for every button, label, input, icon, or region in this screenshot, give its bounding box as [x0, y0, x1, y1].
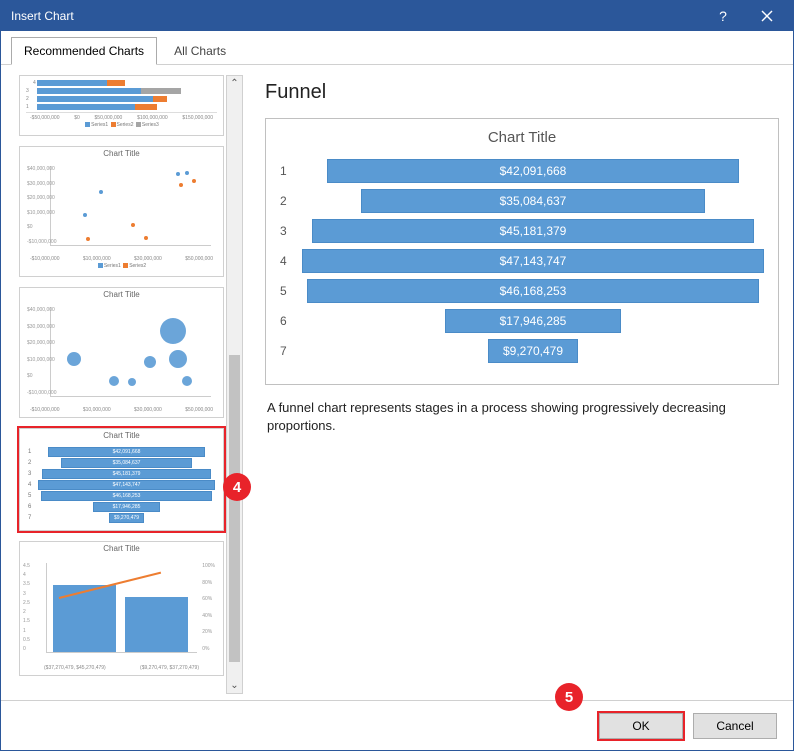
funnel-row-label: 7 — [280, 344, 302, 358]
tab-all-charts[interactable]: All Charts — [161, 37, 239, 64]
tab-strip: Recommended Charts All Charts — [1, 31, 793, 65]
funnel-row-label: 2 — [280, 194, 302, 208]
funnel-bar: $9,270,479 — [488, 339, 579, 363]
funnel-bar: $45,181,379 — [312, 219, 755, 243]
funnel-row: 3 $45,181,379 — [280, 216, 764, 246]
dialog-footer: 5 OK Cancel — [1, 700, 793, 750]
thumb-scatter[interactable]: Chart Title $40,000,000$30,000,000$20,00… — [19, 146, 224, 277]
scroll-up-icon[interactable]: ⌃ — [230, 78, 238, 89]
close-icon — [761, 10, 773, 22]
funnel-bar: $35,084,637 — [361, 189, 705, 213]
preview-pane: Funnel Chart Title 1 $42,091,668 2 $35,084,… — [243, 75, 779, 694]
funnel-row-label: 4 — [280, 254, 302, 268]
funnel-row-label: 6 — [280, 314, 302, 328]
dialog-body: 4 3 2 1 -$50,000,000 $0 $50,000,000 $100… — [1, 65, 793, 700]
ok-button[interactable]: OK — [599, 713, 683, 739]
thumb-bubble[interactable]: Chart Title $40,000,000$30,000,000$20,00… — [19, 287, 224, 418]
funnel-row: 5 $46,168,253 — [280, 276, 764, 306]
scroll-down-icon[interactable]: ⌄ — [230, 680, 238, 691]
cancel-button[interactable]: Cancel — [693, 713, 777, 739]
funnel-row-label: 1 — [280, 164, 302, 178]
thumb-clustered-bar[interactable]: 4 3 2 1 -$50,000,000 $0 $50,000,000 $100… — [19, 75, 224, 136]
thumbnail-pane: 4 3 2 1 -$50,000,000 $0 $50,000,000 $100… — [19, 75, 243, 694]
funnel-row: 7 $9,270,479 — [280, 336, 764, 366]
titlebar[interactable]: Insert Chart ? — [1, 1, 793, 31]
funnel-row: 4$47,143,747 — [280, 246, 764, 276]
chart-preview[interactable]: Chart Title 1 $42,091,668 2 $35,084,637 3 $45… — [265, 118, 779, 385]
funnel-row-label: 3 — [280, 224, 302, 238]
thumb-combo[interactable]: Chart Title 100%80%60%40%20%0% 4.543.532… — [19, 541, 224, 676]
help-icon: ? — [719, 8, 727, 24]
funnel-bar: $46,168,253 — [307, 279, 759, 303]
annotation-marker-4: 4 — [223, 473, 251, 501]
thumb-funnel[interactable]: Chart Title 1$42,091,668 2$35,084,637 3$… — [19, 428, 224, 531]
annotation-marker-5: 5 — [555, 683, 583, 711]
insert-chart-dialog: Insert Chart ? Recommended Charts All Ch… — [0, 0, 794, 751]
close-button[interactable] — [745, 1, 789, 31]
help-button[interactable]: ? — [701, 1, 745, 31]
funnel-bar: $42,091,668 — [327, 159, 739, 183]
tab-recommended[interactable]: Recommended Charts — [11, 37, 157, 65]
thumbnail-scrollbar[interactable]: ⌃ ⌄ — [226, 75, 243, 694]
chart-title: Chart Title — [266, 119, 778, 156]
funnel-row: 6 $17,946,285 — [280, 306, 764, 336]
funnel-row: 1 $42,091,668 — [280, 156, 764, 186]
chart-description: A funnel chart represents stages in a pr… — [267, 399, 777, 434]
funnel-bars: 1 $42,091,668 2 $35,084,637 3 $45,181,379 4$47… — [266, 156, 778, 384]
funnel-row: 2 $35,084,637 — [280, 186, 764, 216]
funnel-row-label: 5 — [280, 284, 302, 298]
funnel-bar: $17,946,285 — [445, 309, 621, 333]
scroll-thumb[interactable] — [229, 355, 240, 662]
chart-type-heading: Funnel — [265, 81, 779, 104]
window-title: Insert Chart — [11, 9, 701, 23]
funnel-bar: $47,143,747 — [302, 249, 764, 273]
